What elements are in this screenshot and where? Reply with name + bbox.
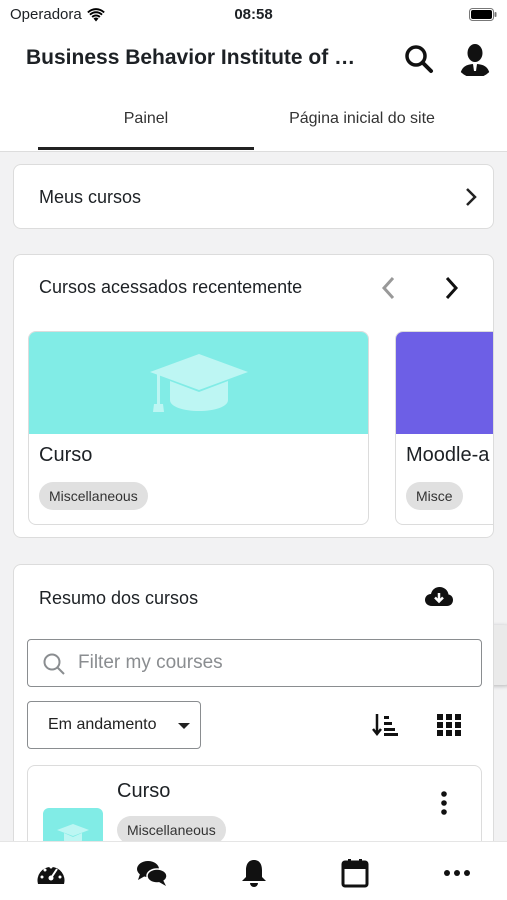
course-status-value: Em andamento <box>48 716 157 733</box>
bell-icon <box>242 860 266 887</box>
chevron-right-icon <box>466 188 477 206</box>
clock: 08:58 <box>234 6 273 23</box>
course-overview-block: Resumo dos cursos Em andamento <box>13 564 494 841</box>
nav-dashboard[interactable] <box>34 856 68 890</box>
recent-course-card[interactable]: Curso Miscellaneous <box>28 331 369 525</box>
more-horizontal-icon <box>444 870 470 876</box>
dashboard-gauge-icon <box>37 865 65 884</box>
graduation-cap-icon <box>150 354 248 412</box>
user-avatar[interactable] <box>455 38 495 78</box>
chevron-left-icon[interactable] <box>377 274 401 302</box>
battery-icon <box>469 8 497 21</box>
filter-courses-input[interactable] <box>78 650 468 676</box>
cloud-download-icon[interactable] <box>424 585 454 609</box>
course-category-badge: Miscellaneous <box>117 816 226 841</box>
search-icon <box>43 653 65 675</box>
caret-down-icon <box>178 723 190 729</box>
recent-courses-heading: Cursos acessados recentemente <box>39 277 303 297</box>
user-silhouette-icon <box>455 38 495 78</box>
filter-courses-field[interactable] <box>27 639 482 687</box>
course-category-badge: Miscellaneous <box>39 482 148 510</box>
search-icon[interactable] <box>402 42 436 76</box>
course-thumbnail <box>43 808 103 841</box>
my-courses-link[interactable]: Meus cursos <box>13 164 494 229</box>
tab-site-home[interactable]: Página inicial do site <box>254 90 470 152</box>
nav-messages[interactable] <box>135 856 169 890</box>
chat-bubbles-icon <box>137 861 168 886</box>
nav-notifications[interactable] <box>237 856 271 890</box>
main-tabs: Painel Página inicial do site <box>0 90 507 152</box>
calendar-icon <box>341 859 369 888</box>
course-status-select[interactable]: Em andamento <box>27 701 201 749</box>
site-title: Business Behavior Institute of C... <box>26 46 366 69</box>
status-bar: Operadora 08:58 <box>0 0 507 30</box>
nav-more[interactable] <box>440 856 474 890</box>
bottom-navigation <box>0 841 507 900</box>
app-header: Business Behavior Institute of C... <box>0 30 507 90</box>
my-courses-label: Meus cursos <box>39 187 142 207</box>
course-name: Moodle-a <box>406 444 490 466</box>
dashboard-content: Meus cursos Cursos acessados recentement… <box>0 153 507 841</box>
more-vertical-icon[interactable] <box>438 790 450 818</box>
course-category-badge: Misce <box>406 482 463 510</box>
course-name: Curso <box>39 444 93 466</box>
tab-dashboard[interactable]: Painel <box>38 90 254 152</box>
course-overview-heading: Resumo dos cursos <box>39 588 199 608</box>
recent-course-card[interactable]: Moodle-a Misce <box>395 331 493 525</box>
course-list-item[interactable]: Curso Miscellaneous <box>27 765 482 841</box>
graduation-cap-icon <box>57 824 89 841</box>
course-banner <box>396 332 493 434</box>
course-banner <box>29 332 368 434</box>
course-name: Curso <box>117 780 171 802</box>
recent-courses-block: Cursos acessados recentemente Curso Misc… <box>13 254 494 538</box>
nav-calendar[interactable] <box>338 856 372 890</box>
grid-view-icon[interactable] <box>436 713 462 737</box>
chevron-right-icon[interactable] <box>439 274 463 302</box>
sort-icon[interactable] <box>372 713 400 737</box>
